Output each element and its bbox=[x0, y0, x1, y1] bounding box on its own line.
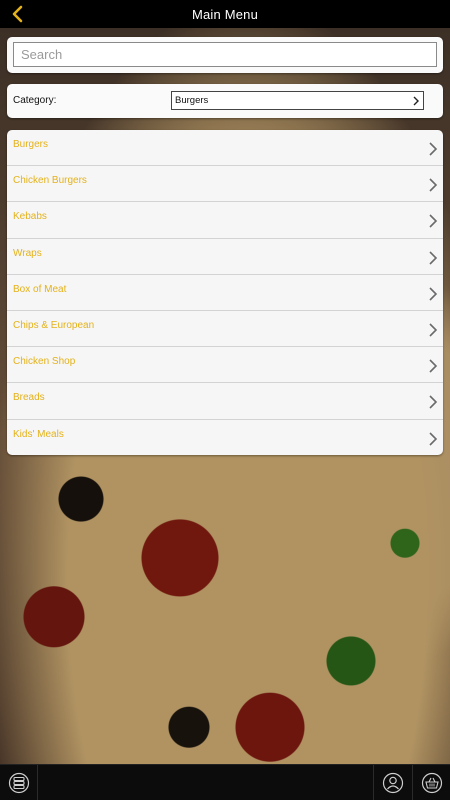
list-item-label: Box of Meat bbox=[13, 283, 67, 295]
search-panel bbox=[7, 37, 443, 73]
chevron-right-icon bbox=[429, 142, 438, 156]
bottom-toolbar bbox=[0, 764, 450, 800]
chevron-right-icon bbox=[429, 431, 438, 446]
list-item-wraps[interactable]: Wraps bbox=[7, 239, 443, 275]
list-item-label: Breads bbox=[13, 392, 45, 404]
basket-button[interactable] bbox=[412, 765, 450, 800]
chevron-right-icon bbox=[429, 323, 438, 337]
basket-icon bbox=[421, 772, 442, 794]
list-item-label: Chicken Shop bbox=[13, 356, 76, 368]
page-title: Main Menu bbox=[191, 6, 259, 22]
list-item-chips-european[interactable]: Chips & European bbox=[7, 311, 443, 348]
chevron-right-icon bbox=[429, 287, 438, 301]
chevron-left-icon bbox=[12, 5, 23, 23]
list-item-label: Kids' Meals bbox=[13, 428, 64, 440]
chevron-right-icon bbox=[429, 395, 438, 409]
list-item-kids-meals[interactable]: Kids' Meals bbox=[7, 420, 443, 456]
search-input[interactable] bbox=[13, 42, 437, 67]
category-selected-value: Burgers bbox=[175, 95, 209, 106]
back-button[interactable] bbox=[6, 2, 30, 26]
list-item-chicken-burgers[interactable]: Chicken Burgers bbox=[7, 166, 443, 203]
list-item-chicken-shop[interactable]: Chicken Shop bbox=[7, 347, 443, 384]
list-item-label: Chips & European bbox=[13, 319, 95, 331]
category-dropdown[interactable]: Burgers bbox=[171, 91, 424, 110]
chevron-right-icon bbox=[429, 359, 438, 373]
stack-menu-icon bbox=[8, 772, 29, 794]
list-item-kebabs[interactable]: Kebabs bbox=[7, 202, 443, 239]
chevron-right-icon bbox=[429, 178, 438, 192]
list-item-breads[interactable]: Breads bbox=[7, 383, 443, 420]
list-item-burgers[interactable]: Burgers bbox=[7, 130, 443, 167]
menu-list: Burgers Chicken Burgers Kebabs Wraps Box… bbox=[7, 130, 443, 455]
list-item-label: Burgers bbox=[13, 139, 49, 150]
header-bar: Main Menu bbox=[0, 0, 450, 28]
chevron-right-icon bbox=[413, 96, 419, 106]
menu-button[interactable] bbox=[0, 765, 38, 800]
chevron-right-icon bbox=[429, 250, 438, 265]
list-item-label: Wraps bbox=[13, 247, 42, 259]
chevron-right-icon bbox=[429, 214, 438, 228]
category-label: Category: bbox=[13, 95, 57, 106]
user-icon bbox=[382, 772, 403, 794]
list-item-label: Chicken Burgers bbox=[13, 175, 87, 187]
account-button[interactable] bbox=[373, 765, 411, 800]
list-item-box-of-meat[interactable]: Box of Meat bbox=[7, 275, 443, 311]
category-panel: Category: Burgers bbox=[7, 84, 443, 118]
list-item-label: Kebabs bbox=[13, 211, 47, 223]
